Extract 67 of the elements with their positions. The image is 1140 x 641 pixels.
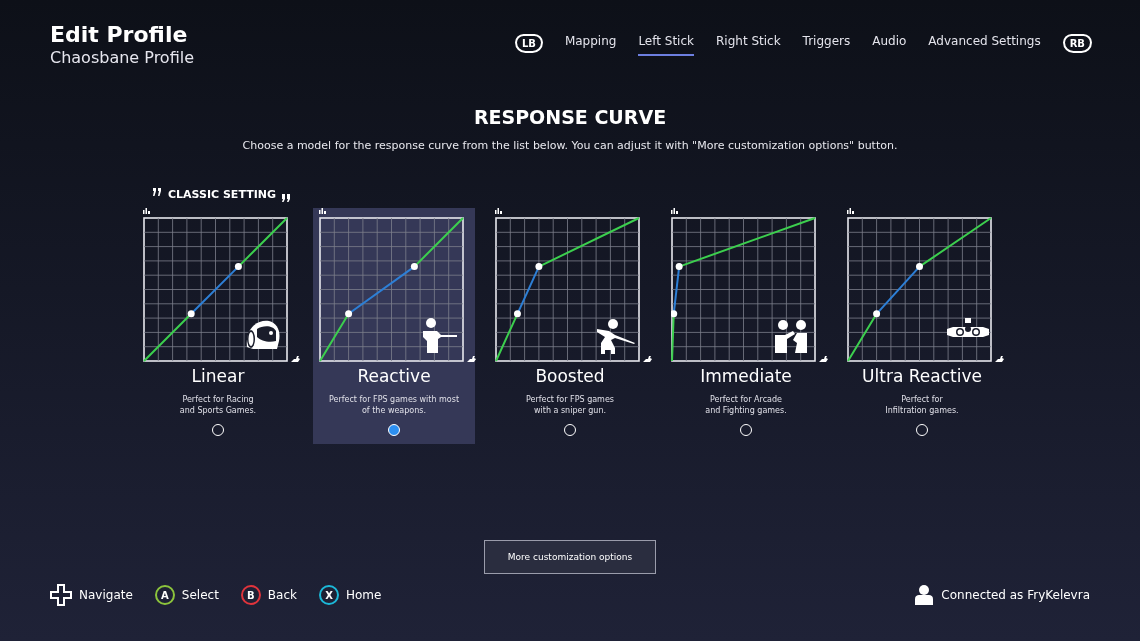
- output-axis-icon: [671, 208, 678, 214]
- curve-handle: [675, 263, 683, 271]
- section-title: RESPONSE CURVE: [473, 106, 667, 128]
- curve-handle: [345, 310, 353, 318]
- output-axis-icon: [319, 208, 326, 214]
- curve-handle: [535, 263, 543, 271]
- radio-button[interactable]: [388, 424, 400, 436]
- curve-card[interactable]: Boosted Perfect for FPS games with a sniper gun.: [489, 208, 651, 444]
- input-axis-icon: [995, 356, 1004, 362]
- shooter-icon: [423, 318, 457, 353]
- curve-card[interactable]: Reactive Perfect for FPS games with most of the weapons.: [313, 208, 475, 444]
- curve-name: Reactive: [357, 366, 431, 386]
- tab[interactable]: Left Stick: [638, 30, 694, 56]
- curve-handle: [513, 310, 521, 318]
- quote-icon: [281, 194, 291, 202]
- controller-button-icon: X: [319, 585, 339, 605]
- account-status: Connected as FryKelevra: [941, 588, 1090, 602]
- controller-button-icon: B: [240, 585, 261, 605]
- curve-description: Perfect for FPS games with most of the weapons.: [328, 394, 460, 416]
- curve-card[interactable]: Ultra Reactive Perfect for Infiltration games.: [841, 208, 1003, 444]
- curve-handle: [187, 310, 195, 318]
- curve-card[interactable]: Linear Perfect for Racing and Sports Games.: [137, 208, 299, 444]
- sniper-icon: [597, 319, 635, 354]
- input-axis-icon: [643, 356, 652, 362]
- bumper-button[interactable]: LB: [514, 33, 543, 53]
- classic-setting-label: CLASSIC SETTING: [168, 188, 276, 201]
- input-axis-icon: [291, 356, 300, 362]
- curve-description: Perfect for FPS games with a sniper gun.: [526, 394, 614, 416]
- curve-name: Ultra Reactive: [862, 366, 982, 386]
- curve-name: Boosted: [535, 366, 605, 386]
- dpad-icon: [50, 584, 72, 606]
- hint-label: Home: [346, 588, 382, 602]
- tab[interactable]: Right Stick: [716, 30, 781, 56]
- curve-description: Perfect for Arcade and Fighting games.: [705, 394, 787, 416]
- goggles-icon: [947, 318, 989, 337]
- curve-name: Linear: [191, 366, 245, 386]
- hint-label: Navigate: [79, 588, 133, 602]
- curve-handle: [234, 263, 242, 271]
- tab[interactable]: Audio: [872, 30, 907, 56]
- curve-handle: [916, 263, 923, 271]
- curve-card[interactable]: Immediate Perfect for Arcade and Fighting games.: [665, 208, 827, 444]
- output-axis-icon: [847, 208, 854, 214]
- fighters-icon: [775, 320, 807, 353]
- output-axis-icon: [495, 208, 502, 214]
- hint-label: Back: [267, 588, 297, 602]
- section-description: Choose a model for the response curve from the list below. You can adjust it with "More customization options" button.: [242, 139, 898, 152]
- profile-name: Chaosbane Profile: [50, 48, 195, 68]
- output-axis-icon: [143, 208, 150, 214]
- tab[interactable]: Triggers: [802, 30, 851, 56]
- input-axis-icon: [467, 356, 476, 362]
- page-title: Edit Profile: [50, 22, 189, 48]
- helmet-icon: [246, 320, 280, 349]
- curve-handle: [671, 310, 678, 318]
- curve-name: Immediate: [700, 366, 792, 386]
- curve-description: Perfect for Infiltration games.: [885, 394, 959, 416]
- controller-button-icon: A: [154, 585, 175, 605]
- curve-handle: [873, 310, 881, 318]
- tab[interactable]: Advanced Settings: [928, 30, 1041, 56]
- bumper-button[interactable]: RB: [1062, 33, 1092, 53]
- tab[interactable]: Mapping: [564, 30, 617, 56]
- input-axis-icon: [819, 356, 828, 362]
- curve-handle: [410, 263, 418, 271]
- quote-icon: [153, 188, 162, 196]
- user-icon: [915, 585, 934, 605]
- hint-label: Select: [181, 588, 219, 602]
- more-options-button[interactable]: More customization options: [484, 540, 656, 574]
- curve-description: Perfect for Racing and Sports Games.: [179, 394, 257, 416]
